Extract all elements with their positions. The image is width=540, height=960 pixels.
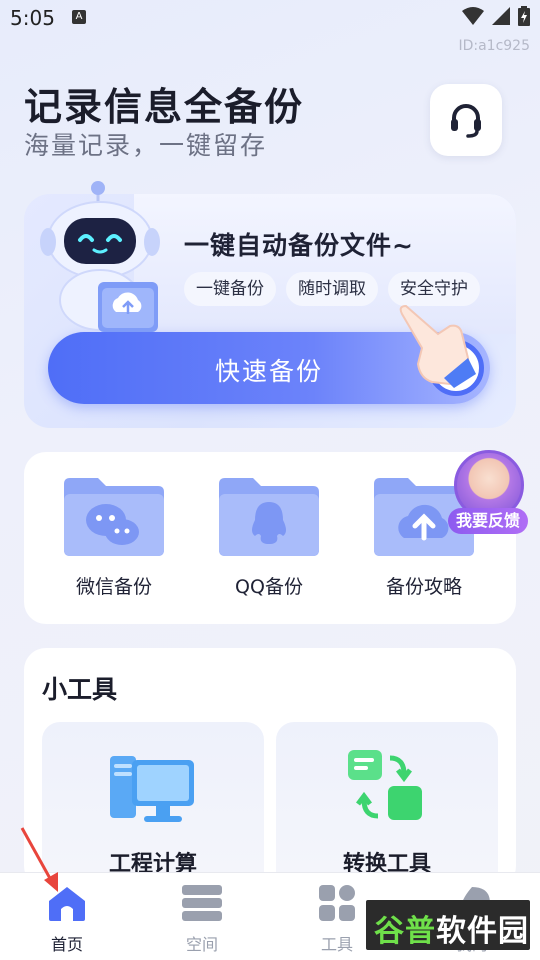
signal-icon [492, 7, 510, 25]
tools-section-title: 小工具 [42, 675, 118, 704]
engineering-calc-tile[interactable]: 工程计算 [42, 722, 264, 888]
tools-grid-icon [315, 883, 359, 923]
nav-label-space: 空间 [185, 935, 218, 954]
status-bar: 5:05 A [0, 0, 540, 36]
qq-folder-icon [217, 474, 321, 558]
page-title: 记录信息全备份 [24, 85, 305, 129]
customer-service-button[interactable] [430, 84, 502, 156]
robot-mascot-icon [40, 181, 160, 332]
status-a-badge-icon: A [72, 10, 86, 24]
status-icons [462, 6, 530, 26]
battery-icon [518, 6, 530, 26]
hero-tag: 一键备份 [184, 272, 276, 306]
qq-backup-label: QQ备份 [235, 576, 303, 598]
backup-folders-card: 微信备份 QQ备份 备份攻略 [24, 452, 516, 624]
qq-backup-item[interactable]: QQ备份 [199, 474, 339, 599]
device-id: ID:a1c925 [458, 38, 530, 54]
hero-tag: 随时调取 [286, 272, 378, 306]
convert-tool-tile[interactable]: 转换工具 [276, 722, 498, 888]
annotation-arrow-icon [20, 827, 58, 892]
tools-card: 小工具 工程计算 转换工具 [24, 648, 516, 888]
nav-item-space[interactable]: 空间 [147, 883, 257, 955]
page-subtitle: 海量记录，一键留存 [24, 131, 268, 160]
site-watermark: 谷普软件园 [366, 900, 530, 950]
backup-guide-label: 备份攻略 [385, 576, 462, 598]
pointing-hand-icon [399, 304, 476, 388]
feedback-label: 我要反馈 [448, 508, 528, 534]
watermark-text: 谷普软件园 [374, 914, 529, 949]
computer-icon [110, 756, 194, 822]
wechat-folder-icon [62, 474, 166, 558]
nav-label-home: 首页 [50, 935, 83, 954]
wifi-icon [462, 7, 484, 25]
feedback-button[interactable]: 我要反馈 [448, 448, 528, 536]
wechat-backup-item[interactable]: 微信备份 [44, 474, 184, 599]
wechat-backup-label: 微信备份 [75, 576, 152, 598]
headset-icon [451, 104, 481, 138]
hero-title: 一键自动备份文件~ [184, 231, 414, 260]
storage-icon [180, 883, 224, 923]
status-time: 5:05 [10, 6, 55, 30]
convert-icon [348, 750, 422, 820]
